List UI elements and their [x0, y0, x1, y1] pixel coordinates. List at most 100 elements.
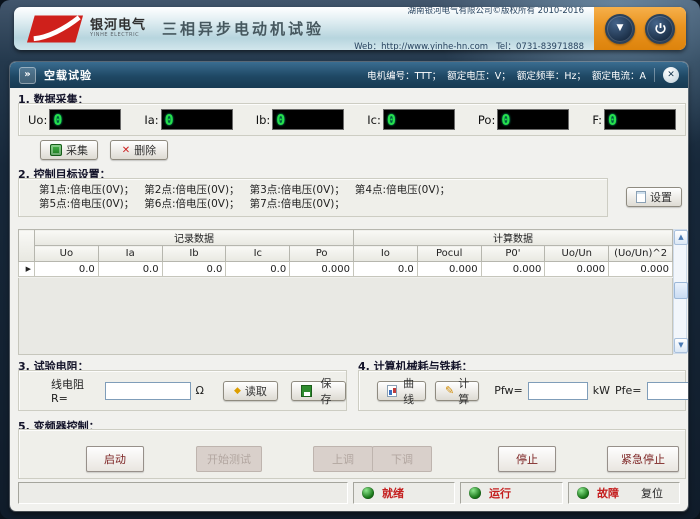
close-button[interactable]: ✕ [663, 67, 679, 83]
cell-io[interactable]: 0.0 [353, 262, 417, 277]
cell-uo-un-sq[interactable]: 0.000 [609, 262, 673, 277]
reset-button[interactable]: 复位 [641, 485, 663, 501]
stop-button[interactable]: 停止 [498, 446, 556, 472]
cell-p0[interactable]: 0.000 [481, 262, 545, 277]
cell-uo-un[interactable]: 0.000 [545, 262, 609, 277]
ready-led-icon [362, 487, 374, 499]
grid-group-calculated: 计算数据 [353, 230, 672, 246]
test-resistance-group: 线电阻R= Ω ◆ 读取 保存 [18, 370, 347, 411]
power-icon [654, 22, 667, 35]
scroll-down-icon[interactable]: ▼ [674, 338, 688, 353]
diamond-icon: ◆ [234, 386, 241, 396]
lcd-po-display: 0 [497, 109, 569, 130]
ohm-unit: Ω [196, 384, 204, 397]
minimize-button[interactable]: ▼ [605, 14, 635, 44]
fault-label: 故障 [597, 485, 619, 501]
pfe-input[interactable] [647, 382, 689, 400]
document-icon [636, 191, 646, 203]
lcd-ic: Ic: 0 [367, 109, 455, 130]
yinhe-logo-icon [26, 14, 84, 44]
col-uo-un-sq: (Uo/Un)^2 [609, 246, 673, 262]
company-copyright: 湖南银河电气有限公司©版权所有 2010-2016 [354, 7, 584, 17]
emergency-stop-button[interactable]: 紧急停止 [607, 446, 679, 472]
lcd-po-label: Po: [478, 113, 495, 127]
cell-pocul[interactable]: 0.000 [417, 262, 481, 277]
lcd-po: Po: 0 [478, 109, 569, 130]
collect-button[interactable]: 采集 [40, 140, 98, 160]
line-resistance-input[interactable] [105, 382, 191, 400]
close-icon: ✕ [667, 70, 675, 80]
row-selector-icon[interactable]: ▶ [19, 262, 35, 277]
delete-x-icon: ✕ [122, 145, 130, 156]
start-test-button[interactable]: 开始测试 [196, 446, 262, 472]
line-resistance-label: 线电阻R= [51, 376, 100, 405]
delete-button[interactable]: ✕ 删除 [110, 140, 168, 160]
data-acquisition-group: Uo: 0 Ia: 0 Ib: 0 Ic: 0 [18, 103, 686, 136]
lcd-uo-display: 0 [49, 109, 121, 130]
fault-led-icon [577, 487, 589, 499]
lcd-ib: Ib: 0 [256, 109, 345, 130]
loss-calculation-group: 曲线 ✎ 计算 Pfw= kW Pfe= kW [358, 370, 686, 411]
pfw-input[interactable] [528, 382, 588, 400]
app-title: 三相异步电动机试验 [162, 18, 324, 39]
yinhe-logo: 银河电气 YINHE ELECTRIC [26, 14, 146, 44]
control-target-line1: 第1点:倍电压(0V)； 第2点:倍电压(0V)； 第3点:倍电压(0V)； 第… [39, 183, 607, 197]
adjust-up-button[interactable]: 上调 [313, 446, 373, 472]
adjust-down-button[interactable]: 下调 [372, 446, 432, 472]
content-area: 1. 数据采集： Uo: 0 Ia: 0 Ib: 0 [10, 88, 688, 511]
scroll-up-icon[interactable]: ▲ [674, 230, 688, 245]
curve-button[interactable]: 曲线 [377, 381, 426, 401]
control-targets-group: 第1点:倍电压(0V)； 第2点:倍电压(0V)； 第3点:倍电压(0V)； 第… [18, 178, 608, 217]
status-fault: 故障 复位 [568, 482, 680, 504]
grid-scrollbar[interactable]: ▲ ▼ [673, 229, 687, 354]
control-target-line2: 第5点:倍电压(0V)； 第6点:倍电压(0V)； 第7点:倍电压(0V)； [39, 197, 607, 211]
cell-uo[interactable]: 0.0 [35, 262, 99, 277]
lcd-ia: Ia: 0 [144, 109, 232, 130]
status-bar: 就绪 运行 故障 复位 [18, 482, 680, 504]
cell-ic[interactable]: 0.0 [226, 262, 290, 277]
grid-corner-cell [19, 230, 35, 262]
lcd-f: F: 0 [592, 109, 676, 130]
data-grid: 记录数据 计算数据 Uo Ia Ib Ic Po Io Pocul P0' Uo… [18, 229, 673, 277]
application-window: 银河电气 YINHE ELECTRIC 三相异步电动机试验 湖南银河电气有限公司… [0, 0, 700, 519]
col-po: Po [290, 246, 354, 262]
lcd-uo-label: Uo: [28, 113, 47, 127]
col-ib: Ib [162, 246, 226, 262]
pencil-icon: ✎ [445, 385, 454, 396]
tab-no-load-test[interactable]: 空载试验 [44, 67, 92, 83]
pfw-label: Pfw= [494, 384, 523, 397]
cell-ia[interactable]: 0.0 [98, 262, 162, 277]
scrollbar-thumb[interactable] [674, 282, 688, 299]
grid-group-recorded: 记录数据 [35, 230, 354, 246]
lcd-ib-display: 0 [272, 109, 344, 130]
col-ic: Ic [226, 246, 290, 262]
grid-empty-area [18, 278, 673, 355]
calculate-button[interactable]: ✎ 计算 [435, 381, 479, 401]
chart-icon [387, 385, 397, 397]
pfe-label: Pfe= [615, 384, 642, 397]
double-chevron-icon: » [19, 67, 36, 84]
running-led-icon [469, 487, 481, 499]
titlebar: 银河电气 YINHE ELECTRIC 三相异步电动机试验 湖南银河电气有限公司… [14, 7, 686, 50]
company-contact: Web：http://www.yinhe-hn.com Tel：0731-839… [354, 41, 584, 51]
cell-po[interactable]: 0.000 [290, 262, 354, 277]
grid-header-row: Uo Ia Ib Ic Po Io Pocul P0' Uo/Un (Uo/Un… [19, 246, 673, 262]
save-button[interactable]: 保存 [291, 381, 346, 401]
company-info: 湖南银河电气有限公司©版权所有 2010-2016 Web：http://www… [354, 7, 584, 50]
lcd-uo: Uo: 0 [28, 109, 121, 130]
start-button[interactable]: 启动 [86, 446, 144, 472]
col-uo: Uo [35, 246, 99, 262]
read-button[interactable]: ◆ 读取 [223, 381, 278, 401]
col-io: Io [353, 246, 417, 262]
tabbar-divider [654, 68, 655, 82]
status-running: 运行 [460, 482, 563, 504]
lcd-f-label: F: [592, 113, 602, 127]
settings-button[interactable]: 设置 [626, 187, 682, 207]
pfw-unit: kW [593, 384, 610, 397]
cell-ib[interactable]: 0.0 [162, 262, 226, 277]
lcd-ic-label: Ic: [367, 113, 381, 127]
inverter-control-group: 启动 开始测试 上调 下调 停止 紧急停止 [18, 429, 686, 479]
status-ready: 就绪 [353, 482, 455, 504]
running-label: 运行 [489, 485, 511, 501]
power-button[interactable] [645, 14, 675, 44]
